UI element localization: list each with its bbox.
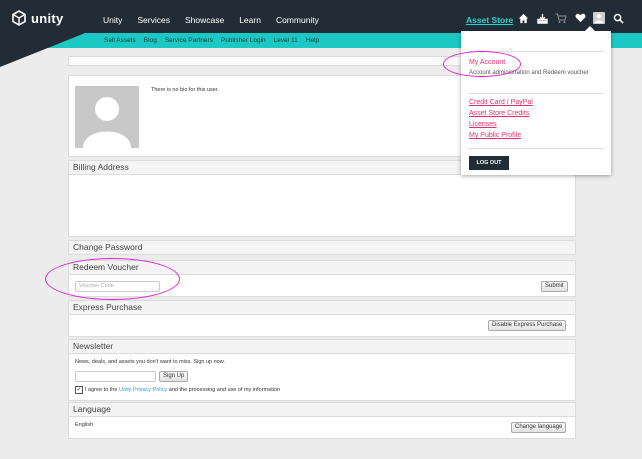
user-icon[interactable] — [593, 12, 605, 24]
newsletter-signup-button[interactable]: Sign Up — [159, 371, 189, 382]
subnav-level-11[interactable]: Level 11 — [274, 37, 298, 44]
logout-button[interactable]: LOG OUT — [469, 156, 509, 170]
language-panel: Language English Change language — [68, 402, 576, 439]
dropdown-divider — [468, 51, 604, 52]
dropdown-divider — [468, 148, 604, 149]
home-icon[interactable] — [517, 12, 529, 24]
credit-card-paypal-link[interactable]: Credit Card / PayPal — [469, 99, 533, 106]
newsletter-title: Newsletter — [69, 340, 575, 354]
secondary-nav: Sell Assets Blog Service Partners Publis… — [104, 37, 327, 44]
newsletter-description: News, deals, and assets you don't want t… — [75, 359, 225, 365]
asset-store-link[interactable]: Asset Store — [466, 15, 513, 25]
nav-services[interactable]: Services — [137, 15, 170, 25]
subnav-help[interactable]: Help — [306, 37, 319, 44]
downloads-icon[interactable] — [536, 12, 548, 24]
nav-learn[interactable]: Learn — [239, 15, 261, 25]
avatar — [75, 86, 139, 148]
search-icon[interactable] — [612, 12, 624, 24]
unity-cube-icon — [12, 10, 26, 26]
privacy-policy-link[interactable]: Unity Privacy Policy — [119, 387, 167, 393]
redeem-voucher-panel: Redeem Voucher Voucher Code Submit — [68, 260, 576, 297]
dropdown-divider — [468, 93, 604, 94]
change-language-button[interactable]: Change language — [511, 422, 567, 433]
my-account-description: Account administration and Redeem vouche… — [469, 70, 589, 76]
nav-unity[interactable]: Unity — [103, 15, 122, 25]
newsletter-panel: Newsletter News, deals, and assets you d… — [68, 339, 576, 401]
nav-showcase[interactable]: Showcase — [185, 15, 224, 25]
newsletter-agree-checkbox[interactable]: ✓ — [75, 386, 83, 394]
heart-icon[interactable] — [574, 12, 586, 24]
my-public-profile-link[interactable]: My Public Profile — [469, 132, 521, 139]
voucher-code-input[interactable]: Voucher Code — [75, 281, 160, 292]
main-nav: Unity Services Showcase Learn Community — [103, 15, 334, 25]
header-icons — [517, 12, 624, 24]
agree-prefix: I agree to the — [85, 387, 119, 393]
language-title: Language — [69, 403, 575, 417]
agree-suffix: and the processing and use of my informa… — [167, 387, 281, 393]
change-password-panel[interactable]: Change Password — [68, 240, 576, 255]
redeem-voucher-title: Redeem Voucher — [69, 261, 575, 275]
cart-icon[interactable] — [555, 12, 567, 24]
my-account-link[interactable]: My Account — [469, 59, 505, 66]
unity-logo[interactable]: unity — [11, 10, 64, 26]
subnav-sell-assets[interactable]: Sell Assets — [104, 37, 136, 44]
avatar-placeholder-icon — [83, 97, 131, 148]
subnav-publisher-login[interactable]: Publisher Login — [221, 37, 266, 44]
language-value: English — [75, 422, 94, 428]
subnav-blog[interactable]: Blog — [144, 37, 157, 44]
voucher-submit-button[interactable]: Submit — [541, 281, 568, 292]
licenses-link[interactable]: Licenses — [469, 121, 497, 128]
nav-community[interactable]: Community — [276, 15, 319, 25]
express-purchase-title: Express Purchase — [69, 301, 575, 315]
asset-store-credits-link[interactable]: Asset Store Credits — [469, 110, 529, 117]
newsletter-agree-row: ✓ I agree to the Unity Privacy Policy an… — [75, 386, 280, 394]
disable-express-purchase-button[interactable]: Disable Express Purchase — [488, 320, 567, 331]
brand-name: unity — [31, 10, 64, 26]
profile-bio: There is no bio for this user. — [151, 87, 219, 93]
newsletter-email-input[interactable] — [75, 371, 156, 382]
dropdown-pointer — [585, 26, 595, 31]
express-purchase-panel: Express Purchase Disable Express Purchas… — [68, 300, 576, 337]
change-password-title[interactable]: Change Password — [69, 241, 575, 254]
account-dropdown: My Account Account administration and Re… — [461, 26, 611, 175]
subnav-service-partners[interactable]: Service Partners — [165, 37, 213, 44]
